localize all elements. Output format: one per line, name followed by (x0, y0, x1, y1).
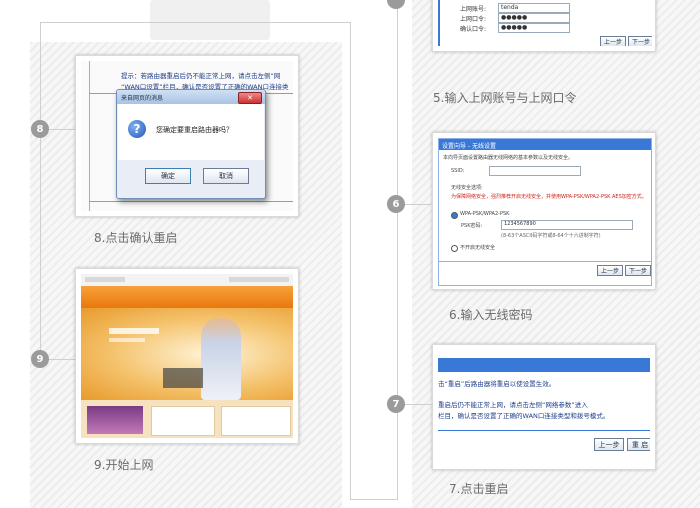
orange-rule (89, 201, 293, 202)
wpa-option-label: WPA-PSK/WPA2-PSK (460, 211, 510, 217)
account-input[interactable]: tenda (498, 3, 570, 13)
step9-card (75, 268, 299, 444)
next-button[interactable]: 下一步 (628, 36, 652, 46)
connector-line (49, 129, 75, 130)
dialog-title: 来自网页的消息 (121, 95, 164, 102)
prev-button[interactable]: 上一步 (600, 36, 626, 46)
psk-hint: (8-63个ASCII码字符或8-64个十六进制字符) (501, 233, 601, 239)
next-button[interactable]: 下一步 (625, 265, 651, 276)
step-node-5 (387, 0, 405, 9)
wizard-description: 本向导页面设置路由器无线网络的基本参数以及无线安全。 (443, 155, 574, 161)
psk-input[interactable]: 1234567890 (501, 220, 633, 230)
prev-button[interactable]: 上一步 (594, 438, 624, 451)
connector-line (405, 404, 431, 405)
confirm-dialog: 来自网页的消息 ✕ ? 您确定要重启路由器吗？ 确定 取消 (116, 89, 266, 199)
step8-card: 提示：若路由器重启后仍不能正常上网，请点击左侧“网 “WAN口设置”栏目，确认是… (75, 55, 299, 217)
reboot-hint-line1: 重启后仍不能正常上网，请点击左侧“网络参数”进入 (438, 401, 588, 409)
step5-caption: 5.输入上网账号与上网口令 (433, 91, 577, 105)
cancel-button[interactable]: 取消 (203, 168, 249, 184)
dialog-message: 您确定要重启路由器吗？ (156, 126, 233, 134)
question-icon: ? (128, 120, 146, 138)
connector-line (397, 0, 398, 500)
site-header (81, 286, 293, 308)
security-title: 无线安全选项: (451, 185, 483, 191)
ssid-label: SSID: (451, 168, 465, 174)
password-input[interactable]: ●●●●● (498, 13, 570, 23)
step7-card: 击“重启”后路由器将重启以使设置生效。 重启后仍不能正常上网，请点击左侧“网络参… (432, 344, 656, 470)
divider (438, 430, 650, 431)
step-node-9: 9 (31, 350, 49, 368)
hint-line1: 提示：若路由器重启后仍不能正常上网，请点击左侧“网 (121, 72, 281, 80)
close-icon[interactable]: ✕ (238, 92, 262, 104)
reboot-note: 击“重启”后路由器将重启以使设置生效。 (438, 380, 556, 388)
no-security-label: 不开启无线安全 (460, 245, 496, 251)
dialog-titlebar: 来自网页的消息 ✕ (117, 90, 265, 104)
step-node-6: 6 (387, 195, 405, 213)
reboot-hint-line2: 栏目，确认是否设置了正确的WAN口连接类型和拨号模式。 (438, 412, 610, 420)
connector-line (405, 204, 431, 205)
divider (439, 261, 651, 262)
step6-caption: 6.输入无线密码 (449, 308, 533, 322)
top-blur (150, 0, 270, 40)
ssid-input[interactable] (489, 166, 581, 176)
connector-line (40, 22, 41, 362)
connector-line (350, 22, 351, 500)
step8-caption: 8.点击确认重启 (94, 231, 178, 245)
password-label: 上网口令: (460, 16, 487, 23)
step5-card: 上网账号: tenda 上网口令: ●●●●● 确认口令: ●●●●● 上一步 … (432, 0, 656, 52)
connector-line (40, 22, 350, 23)
wizard-header: 设置向导 - 无线设置 (439, 139, 651, 150)
dialog-body: ? 您确定要重启路由器吗？ (118, 104, 264, 160)
content-strip (81, 400, 293, 438)
psk-label: PSK密码: (461, 223, 483, 229)
step-node-8: 8 (31, 120, 49, 138)
connector-line (49, 359, 75, 360)
laptop (163, 368, 203, 388)
account-label: 上网账号: (460, 6, 487, 13)
man-photo (201, 318, 241, 400)
hero-banner (81, 308, 293, 400)
page-border (89, 61, 90, 211)
no-security-radio[interactable] (451, 245, 458, 252)
connector-line (350, 499, 397, 500)
confirm-password-input[interactable]: ●●●●● (498, 23, 570, 33)
step6-card: 设置向导 - 无线设置 本向导页面设置路由器无线网络的基本参数以及无线安全。 S… (432, 132, 656, 290)
ok-button[interactable]: 确定 (145, 168, 191, 184)
wpa-radio[interactable] (451, 212, 458, 219)
prev-button[interactable]: 上一步 (597, 265, 623, 276)
reboot-button[interactable]: 重 启 (627, 438, 650, 451)
security-warning: 为保障网络安全，强烈推荐开启无线安全，并使用WPA-PSK/WPA2-PSK A… (451, 194, 647, 200)
step7-caption: 7.点击重启 (449, 482, 509, 496)
step9-caption: 9.开始上网 (94, 458, 154, 472)
step-node-7: 7 (387, 395, 405, 413)
reboot-header-bar (438, 358, 650, 372)
confirm-password-label: 确认口令: (460, 26, 487, 33)
